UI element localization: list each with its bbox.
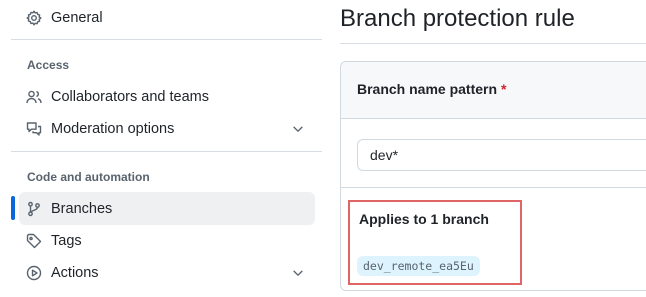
people-icon	[26, 89, 42, 105]
sidebar-divider	[11, 151, 322, 152]
chevron-down-icon[interactable]	[291, 122, 305, 136]
title-divider	[340, 43, 646, 44]
sidebar-item-moderation[interactable]: Moderation options	[19, 112, 315, 145]
pattern-field-label: Branch name pattern *	[357, 81, 507, 97]
settings-sidebar: General Access Collaborators and teams M…	[0, 0, 322, 297]
section-heading-code-automation: Code and automation	[27, 170, 150, 184]
section-heading-access: Access	[27, 58, 70, 72]
box-header: Branch name pattern *	[341, 62, 646, 119]
branch-protection-page: General Access Collaborators and teams M…	[0, 0, 646, 297]
rule-settings-box: Branch name pattern* Applies to 1 branch…	[340, 61, 646, 291]
comment-discussion-icon	[26, 121, 42, 137]
sidebar-item-label: Tags	[51, 232, 82, 249]
active-item-indicator	[11, 196, 15, 220]
git-branch-icon	[26, 201, 42, 217]
sidebar-item-general[interactable]: General	[19, 1, 315, 34]
sidebar-divider	[11, 39, 322, 40]
sidebar-item-label: General	[51, 9, 103, 26]
sidebar-item-label: Branches	[51, 200, 113, 217]
section-divider	[341, 187, 646, 188]
branch-name-pattern-input[interactable]	[357, 139, 646, 171]
applies-to-label: Applies to 1 branch	[359, 211, 489, 227]
sidebar-item-tags[interactable]: Tags	[19, 224, 315, 257]
pattern-label-text: Branch name pattern	[357, 81, 498, 97]
sidebar-item-label: Moderation options	[51, 120, 175, 137]
chevron-down-icon[interactable]	[291, 266, 305, 280]
page-title: Branch protection rule	[340, 5, 575, 32]
matched-branch-chip: dev_remote_ea5Eu	[357, 256, 480, 276]
play-icon	[26, 265, 42, 281]
main-content: Branch protection rule Branch name patte…	[340, 0, 646, 297]
tag-icon	[26, 233, 42, 249]
applies-to-highlight: Applies to 1 branch dev_remote_ea5Eu	[348, 200, 522, 285]
required-marker: *	[501, 81, 507, 97]
gear-icon	[26, 10, 42, 26]
sidebar-item-collaborators[interactable]: Collaborators and teams	[19, 80, 315, 113]
sidebar-item-branches[interactable]: Branches	[19, 192, 315, 225]
sidebar-item-actions[interactable]: Actions	[19, 256, 315, 289]
sidebar-item-label: Actions	[51, 264, 99, 281]
sidebar-item-label: Collaborators and teams	[51, 88, 209, 105]
